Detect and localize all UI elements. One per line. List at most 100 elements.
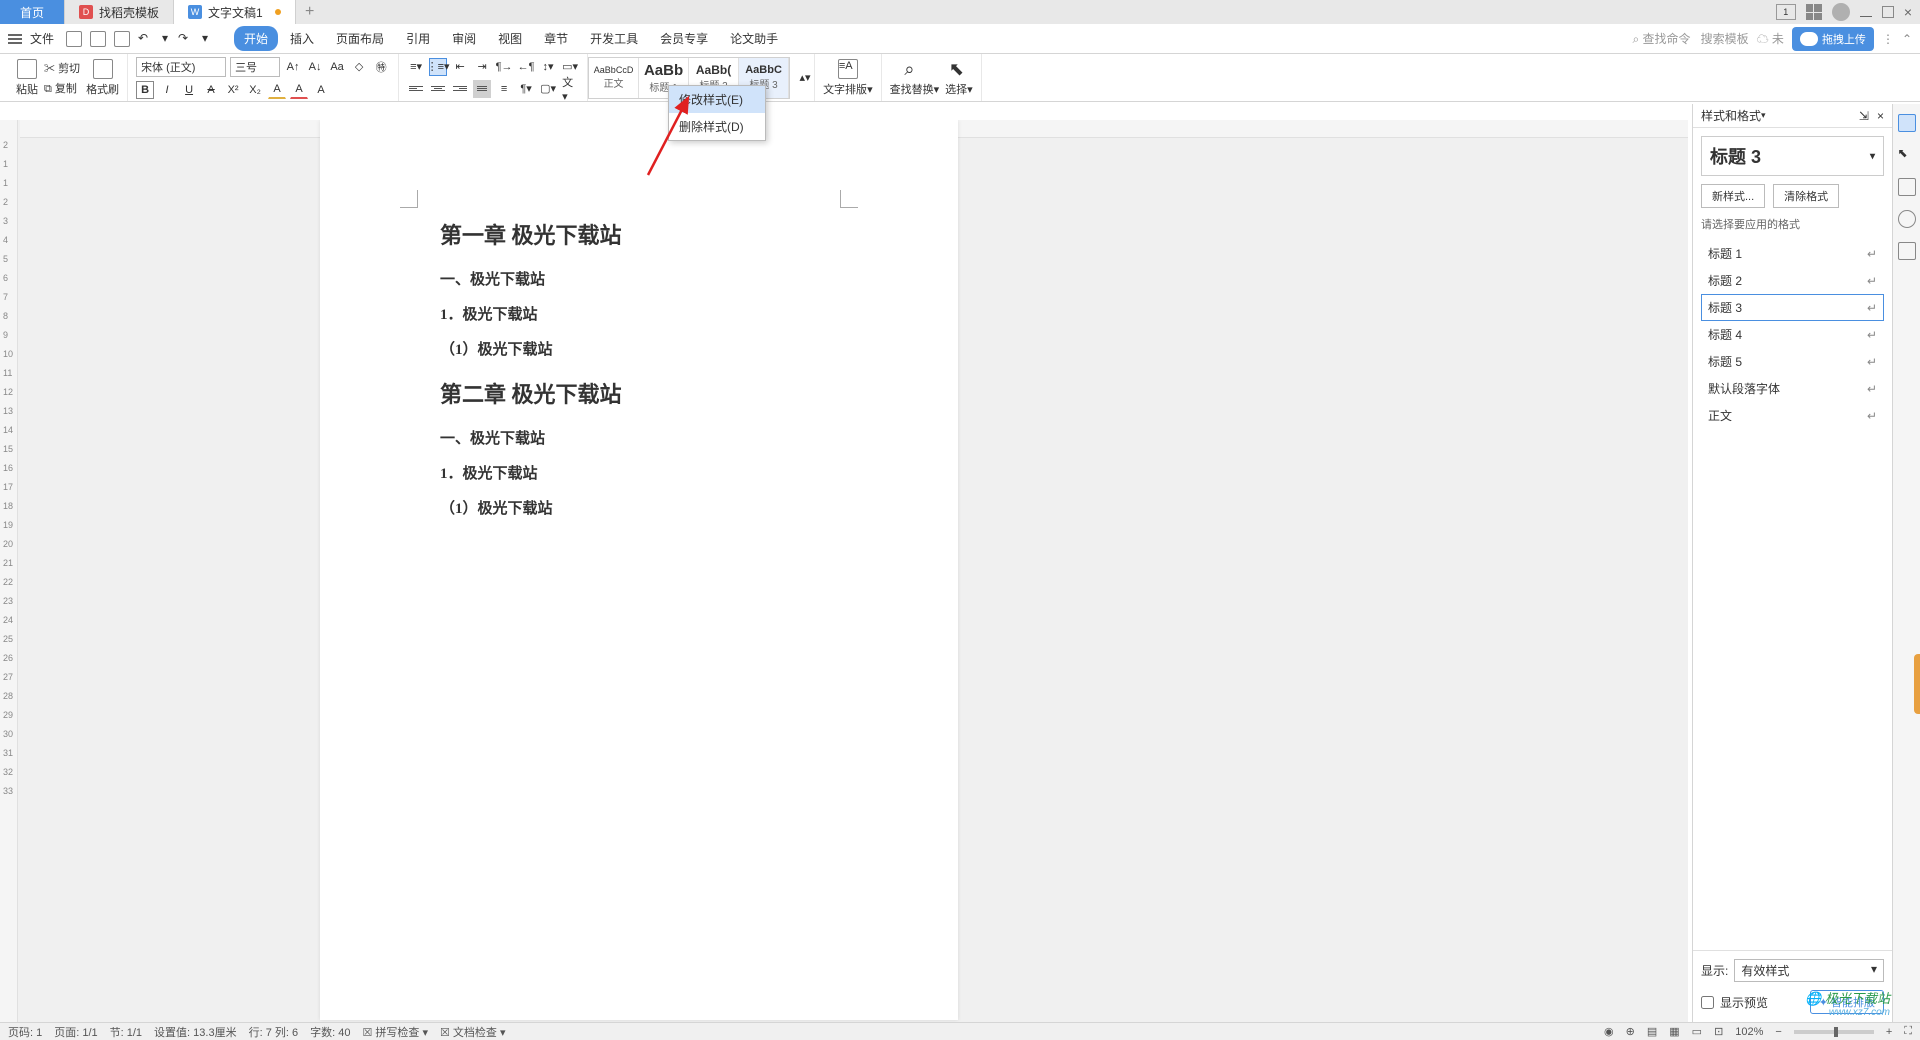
highlight-button[interactable]: A [290, 81, 308, 99]
line-spacing-button[interactable]: ↕▾ [539, 58, 557, 76]
upload-button[interactable]: 拖拽上传 [1792, 27, 1874, 51]
style-gallery-more[interactable]: ▴▾ [796, 69, 814, 87]
status-row-col[interactable]: 行: 7 列: 6 [249, 1024, 299, 1040]
zoom-slider[interactable] [1794, 1030, 1874, 1034]
ltr-button[interactable]: ¶→ [495, 58, 513, 76]
tab-daoketemplates[interactable]: D 找稻壳模板 [65, 0, 174, 24]
style-list-item[interactable]: 标题 5↵ [1701, 348, 1884, 375]
tab-pagelayout[interactable]: 页面布局 [326, 26, 394, 51]
save-icon[interactable] [66, 31, 82, 47]
doc-line[interactable]: 一、极光下载站 [440, 268, 838, 289]
vertical-ruler[interactable]: 2112345678910111213141516171819202122232… [0, 120, 18, 1022]
maximize-button[interactable] [1882, 6, 1894, 18]
tab-start[interactable]: 开始 [234, 26, 278, 51]
new-style-button[interactable]: 新样式... [1701, 184, 1765, 208]
tab-devtools[interactable]: 开发工具 [580, 26, 648, 51]
document-page[interactable]: 第一章 极光下载站一、极光下载站1．极光下载站（1）极光下载站第二章 极光下载站… [320, 120, 958, 1020]
style-list-item[interactable]: 标题 3↵ [1701, 294, 1884, 321]
doc-line[interactable]: 第一章 极光下载站 [440, 218, 838, 250]
doc-line[interactable]: （1）极光下载站 [440, 338, 838, 359]
redo-dropdown-icon[interactable]: ▾ [202, 31, 210, 47]
doc-line[interactable]: （1）极光下载站 [440, 497, 838, 518]
pane-close-button[interactable]: × [1877, 109, 1884, 123]
tab-chapters[interactable]: 章节 [534, 26, 578, 51]
app-grid-icon[interactable] [1806, 4, 1822, 20]
tab-thesis[interactable]: 论文助手 [720, 26, 788, 51]
rail-book-icon[interactable] [1898, 242, 1916, 260]
paragraph-spacing-button[interactable]: ¶▾ [517, 80, 535, 98]
close-window-button[interactable]: × [1904, 4, 1912, 20]
print-preview-icon[interactable] [114, 31, 130, 47]
rail-styles-icon[interactable] [1898, 114, 1916, 132]
increase-font-icon[interactable]: A↑ [284, 58, 302, 76]
menu-modify-style[interactable]: 修改样式(E) [669, 86, 765, 113]
font-name-input[interactable]: 宋体 (正文) [136, 57, 226, 77]
tab-member[interactable]: 会员专享 [650, 26, 718, 51]
bullets-button[interactable]: ≡▾ [407, 58, 425, 76]
strikethrough-button[interactable]: A [202, 81, 220, 99]
text-layout-button[interactable]: ≡A 文字排版▾ [823, 59, 873, 97]
tab-view[interactable]: 视图 [488, 26, 532, 51]
view-outline-icon[interactable]: ▭ [1692, 1025, 1702, 1038]
fill-color-button[interactable]: ▢▾ [539, 80, 557, 98]
status-page-no[interactable]: 页码: 1 [8, 1024, 42, 1040]
text-direction-button[interactable]: 文▾ [561, 80, 579, 98]
user-avatar-icon[interactable] [1832, 3, 1850, 21]
rtl-button[interactable]: ←¶ [517, 58, 535, 76]
undo-dropdown-icon[interactable]: ▾ [162, 31, 170, 47]
rail-side-tab[interactable] [1914, 654, 1920, 714]
format-painter-button[interactable]: 格式刷 [86, 59, 119, 97]
layout-mode-icon[interactable]: 1 [1776, 4, 1796, 20]
shading-button[interactable]: A [312, 81, 330, 99]
style-list-item[interactable]: 默认段落字体↵ [1701, 375, 1884, 402]
doc-line[interactable]: 1．极光下载站 [440, 303, 838, 324]
paste-button[interactable]: 粘贴 [16, 59, 38, 97]
zoom-value[interactable]: 102% [1735, 1026, 1763, 1038]
style-list-item[interactable]: 标题 1↵ [1701, 240, 1884, 267]
view-web-icon[interactable]: ⊡ [1714, 1025, 1723, 1038]
superscript-button[interactable]: X² [224, 81, 242, 99]
cloud-sync-icon[interactable]: ☁ 未 [1757, 30, 1784, 47]
status-position[interactable]: 设置值: 13.3厘米 [154, 1024, 237, 1040]
collapse-ribbon-icon[interactable]: ⌃ [1902, 32, 1912, 46]
style-list-item[interactable]: 标题 2↵ [1701, 267, 1884, 294]
font-size-input[interactable]: 三号 [230, 57, 280, 77]
doc-line[interactable]: 1．极光下载站 [440, 462, 838, 483]
rail-select-icon[interactable]: ⬉ [1898, 146, 1916, 164]
hamburger-icon[interactable] [8, 34, 22, 44]
current-style-display[interactable]: 标题 3 ▾ [1701, 136, 1884, 176]
doc-line[interactable]: 一、极光下载站 [440, 427, 838, 448]
underline-button[interactable]: U [180, 81, 198, 99]
search-command[interactable]: ⌕ 查找命令 [1632, 30, 1690, 47]
align-left-button[interactable] [407, 80, 425, 98]
align-justify-button[interactable] [473, 80, 491, 98]
redo-icon[interactable]: ↷ [178, 31, 194, 47]
view-print-icon[interactable]: ▤ [1647, 1025, 1657, 1038]
status-word-count[interactable]: 字数: 40 [310, 1024, 350, 1040]
minimize-button[interactable] [1860, 16, 1872, 17]
tab-references[interactable]: 引用 [396, 26, 440, 51]
print-icon[interactable] [90, 31, 106, 47]
search-template[interactable]: 搜索模板 [1701, 30, 1749, 47]
tab-add-button[interactable]: + [296, 3, 324, 21]
numbering-button[interactable]: ⋮≡▾ [429, 58, 447, 76]
increase-indent-button[interactable]: ⇥ [473, 58, 491, 76]
tab-insert[interactable]: 插入 [280, 26, 324, 51]
align-center-button[interactable] [429, 80, 447, 98]
select-button[interactable]: ⬉ 选择▾ [945, 59, 973, 97]
file-menu[interactable]: 文件 [30, 30, 54, 47]
menu-delete-style[interactable]: 删除样式(D) [669, 113, 765, 140]
zoom-in-button[interactable]: + [1886, 1026, 1892, 1038]
status-section[interactable]: 节: 1/1 [110, 1024, 142, 1040]
bold-button[interactable]: B [136, 81, 154, 99]
show-filter-select[interactable]: 有效样式 ▾ [1734, 959, 1884, 982]
copy-button[interactable]: ⧉ 复制 [44, 80, 80, 96]
rail-settings-icon[interactable] [1898, 178, 1916, 196]
pane-pin-icon[interactable]: ⇲ [1859, 109, 1869, 123]
undo-icon[interactable]: ↶ [138, 31, 154, 47]
font-color-button[interactable]: A [268, 81, 286, 99]
clear-format-icon[interactable]: ◇ [350, 58, 368, 76]
tab-review[interactable]: 审阅 [442, 26, 486, 51]
fullscreen-button[interactable]: ⛶ [1904, 1025, 1912, 1038]
circle-text-icon[interactable]: ㊕ [372, 58, 390, 76]
